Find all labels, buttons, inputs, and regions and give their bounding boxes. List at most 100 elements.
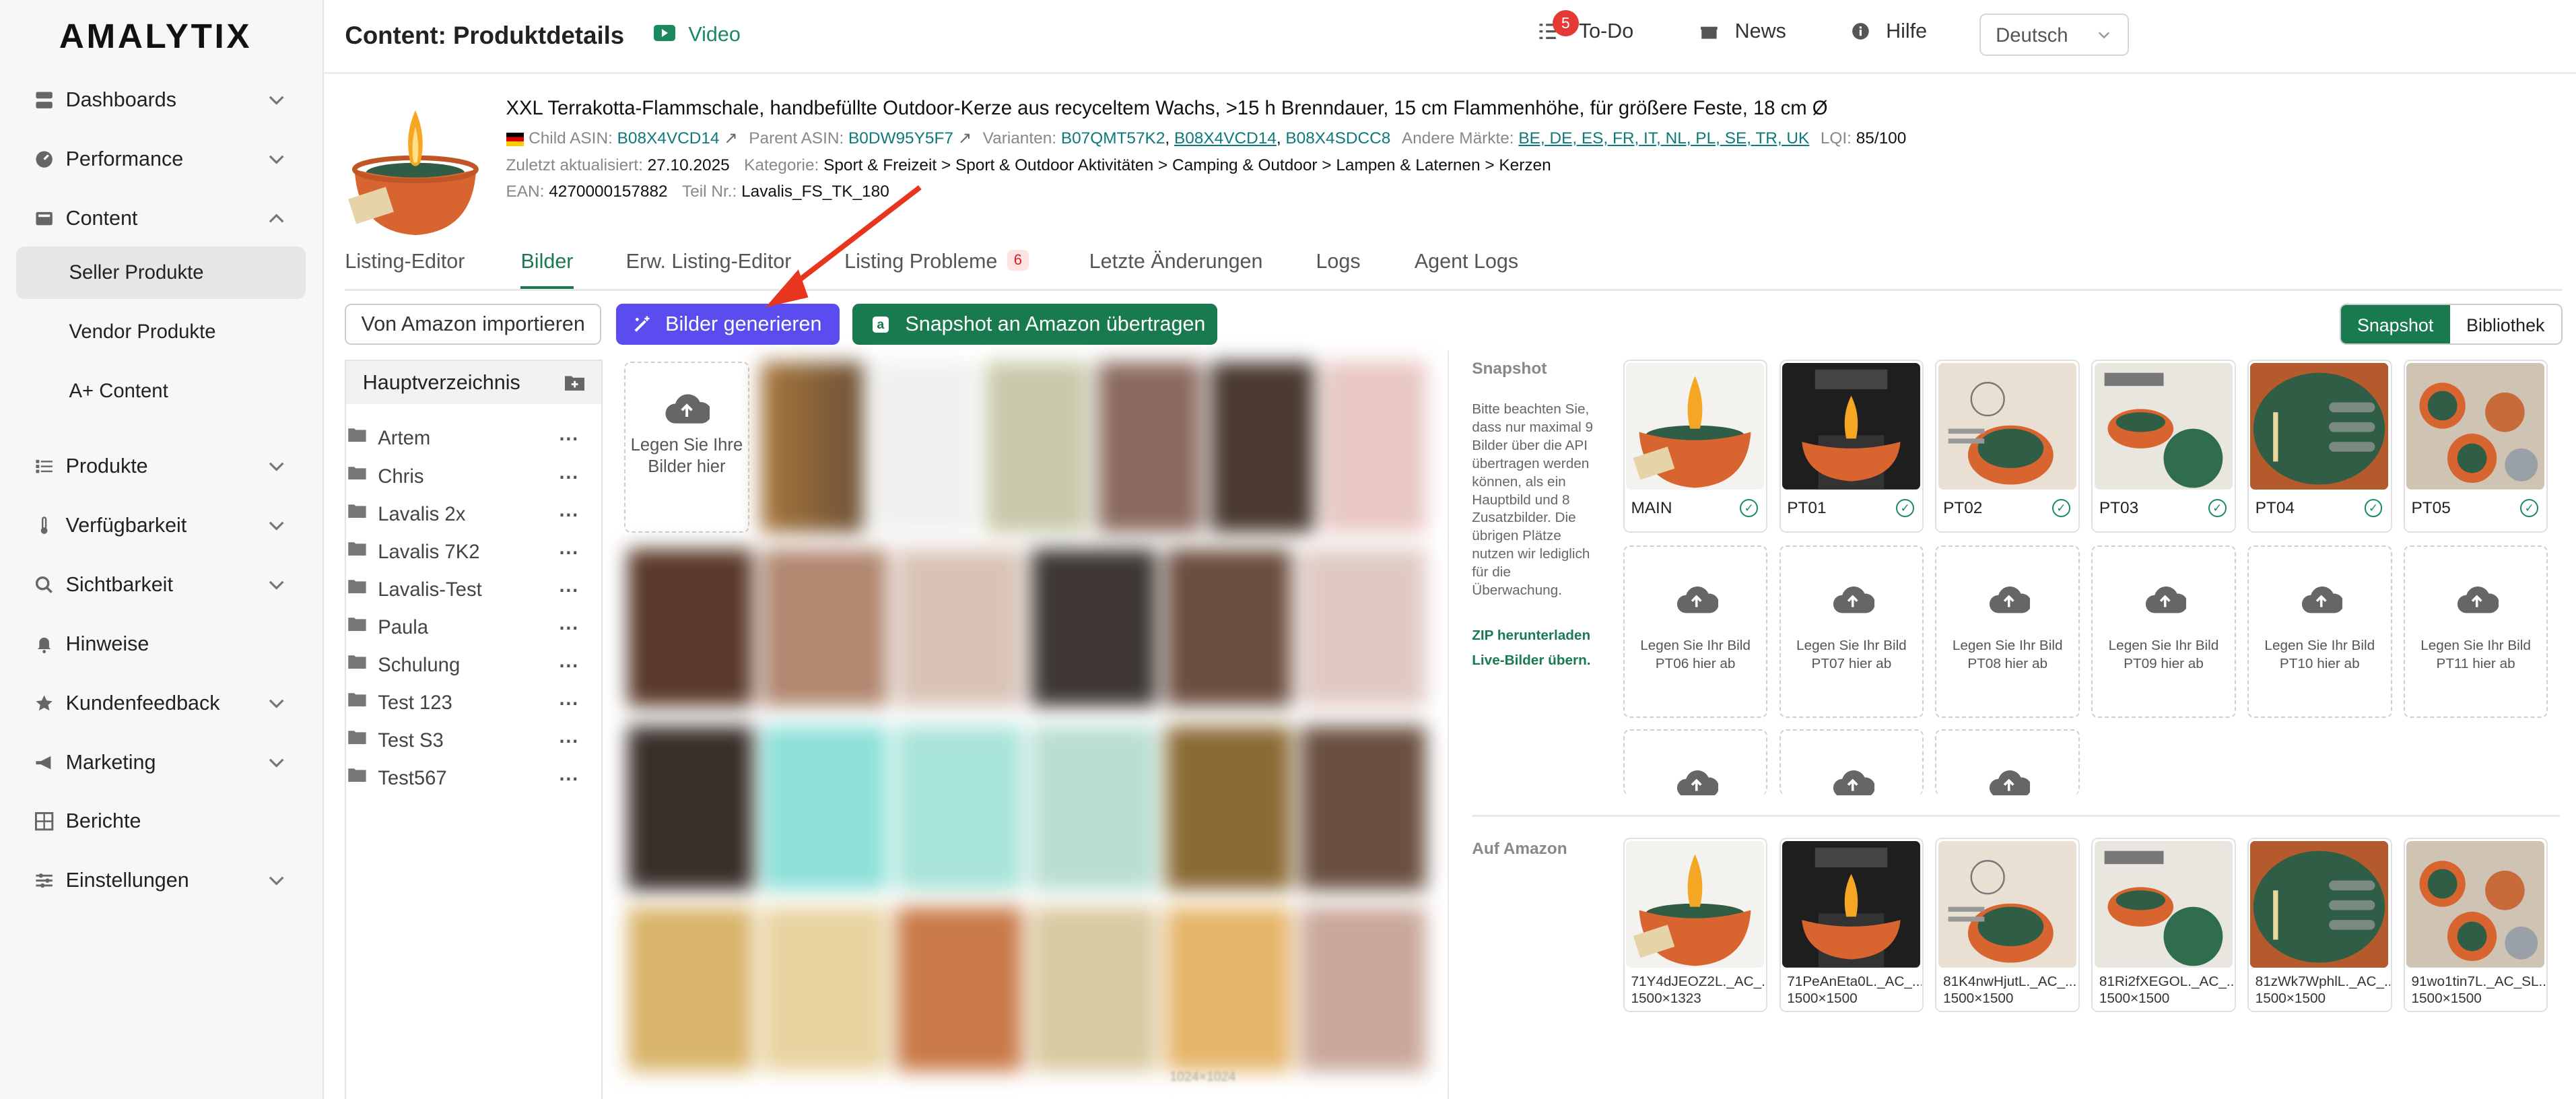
- more-options-icon[interactable]: ⋯: [559, 465, 580, 489]
- image-drop-slot[interactable]: [1779, 729, 1924, 795]
- more-options-icon[interactable]: ⋯: [559, 541, 580, 564]
- new-folder-icon[interactable]: [564, 374, 585, 391]
- snapshot-slot-pt01[interactable]: PT01 ✓: [1779, 360, 1924, 533]
- tab-bilder[interactable]: Bilder: [520, 250, 573, 273]
- folder-item[interactable]: Lavalis 7K2 ⋯: [345, 535, 599, 568]
- image-drop-slot[interactable]: [1935, 729, 2080, 795]
- tab-listing-probleme[interactable]: Listing Probleme 6: [844, 249, 1029, 273]
- folder-item[interactable]: Test S3 ⋯: [345, 725, 599, 758]
- image-drop-slot[interactable]: [1623, 729, 1768, 795]
- external-link-icon[interactable]: ↗: [724, 129, 737, 147]
- slot-label: PT03: [2099, 499, 2139, 518]
- tab-agent-logs[interactable]: Agent Logs: [1415, 250, 1518, 273]
- folder-item[interactable]: Test 123 ⋯: [345, 687, 599, 720]
- drop-text: Legen Sie Ihre Bilder hier: [630, 435, 743, 476]
- live-images-link[interactable]: Live-Bilder übern.: [1472, 653, 1590, 669]
- folder-item[interactable]: Lavalis-Test ⋯: [345, 574, 599, 607]
- sidebar-item-verfuegbarkeit[interactable]: Verfügbarkeit: [16, 500, 306, 552]
- view-toggle[interactable]: Snapshot Bibliothek: [2339, 304, 2563, 345]
- more-options-icon[interactable]: ⋯: [559, 616, 580, 640]
- amazon-image-card[interactable]: 71PeAnEta0L._AC_... 1500×1500: [1779, 838, 1924, 1013]
- folder-name: Lavalis 2x: [378, 502, 466, 525]
- more-options-icon[interactable]: ⋯: [559, 729, 580, 753]
- folder-item[interactable]: Lavalis 2x ⋯: [345, 498, 599, 531]
- sidebar-item-content[interactable]: Content: [16, 192, 306, 244]
- tab-logs[interactable]: Logs: [1316, 250, 1360, 273]
- markets-links[interactable]: BE, DE, ES, FR, IT, NL, PL, SE, TR, UK: [1518, 129, 1809, 147]
- variant-link[interactable]: B07QMT57K2: [1061, 129, 1165, 147]
- sidebar-item-seller-produkte[interactable]: Seller Produkte: [16, 246, 306, 300]
- sidebar-item-vendor-produkte[interactable]: Vendor Produkte: [16, 306, 306, 358]
- sidebar-item-marketing[interactable]: Marketing: [16, 736, 306, 789]
- folder-root[interactable]: Hauptverzeichnis: [346, 361, 601, 404]
- more-options-icon[interactable]: ⋯: [559, 427, 580, 451]
- image-drop-slot[interactable]: Legen Sie Ihr Bild PT06 hier ab: [1623, 545, 1768, 719]
- more-options-icon[interactable]: ⋯: [559, 654, 580, 677]
- snapshot-button-label: Snapshot an Amazon übertragen: [905, 312, 1206, 336]
- product-image: [2094, 362, 2233, 490]
- more-options-icon[interactable]: ⋯: [559, 692, 580, 715]
- amazon-image-card[interactable]: 81K4nwHjutL._AC_... 1500×1500: [1935, 838, 2080, 1013]
- folder-icon: [348, 768, 366, 782]
- child-asin-link[interactable]: B08X4VCD14: [617, 129, 720, 147]
- tab-listing-editor[interactable]: Listing-Editor: [345, 250, 465, 273]
- news-button[interactable]: News: [1700, 20, 1786, 43]
- more-options-icon[interactable]: ⋯: [559, 578, 580, 602]
- lqi-label: LQI:: [1820, 129, 1852, 148]
- sidebar-item-dashboards[interactable]: Dashboards: [16, 74, 306, 127]
- zip-download-link[interactable]: ZIP herunterladen: [1472, 628, 1590, 644]
- folder-item[interactable]: Schulung ⋯: [345, 649, 599, 682]
- folder-item[interactable]: Test567 ⋯: [345, 762, 599, 795]
- sidebar-item-hinweise[interactable]: Hinweise: [16, 618, 306, 670]
- amazon-image-card[interactable]: 71Y4dJEOZ2L._AC_... 1500×1323: [1623, 838, 1768, 1013]
- generate-images-button[interactable]: Bilder generieren: [616, 304, 840, 345]
- folder-item[interactable]: Chris ⋯: [345, 460, 599, 493]
- snapshot-slot-main[interactable]: MAIN ✓: [1623, 360, 1768, 533]
- folder-item[interactable]: Paula ⋯: [345, 611, 599, 644]
- sidebar-item-kundenfeedback[interactable]: Kundenfeedback: [16, 677, 306, 729]
- video-link[interactable]: Video: [688, 23, 740, 46]
- external-link-icon[interactable]: ↗: [958, 129, 972, 147]
- snapshot-slot-pt04[interactable]: PT04 ✓: [2247, 360, 2392, 533]
- amazon-image-card[interactable]: 91wo1tin7L._AC_SL... 1500×1500: [2403, 838, 2548, 1013]
- variant-link-current[interactable]: B08X4VCD14: [1174, 129, 1277, 147]
- image-drop-slot[interactable]: Legen Sie Ihr Bild PT09 hier ab: [2091, 545, 2236, 719]
- tab-erw-listing-editor[interactable]: Erw. Listing-Editor: [626, 250, 792, 273]
- cloud-upload-icon: [2301, 586, 2342, 613]
- image-drop-slot[interactable]: Legen Sie Ihr Bild PT07 hier ab: [1779, 545, 1924, 719]
- sidebar-item-einstellungen[interactable]: Einstellungen: [16, 855, 306, 907]
- language-select[interactable]: Deutsch: [1979, 13, 2130, 56]
- help-button[interactable]: Hilfe: [1852, 20, 1927, 43]
- library-drop-zone[interactable]: Legen Sie Ihre Bilder hier: [624, 361, 749, 533]
- more-options-icon[interactable]: ⋯: [559, 767, 580, 791]
- app-logo[interactable]: AMALYTIX: [59, 16, 252, 56]
- image-drop-slot[interactable]: Legen Sie Ihr Bild PT11 hier ab: [2403, 545, 2548, 719]
- snapshot-slot-pt03[interactable]: PT03 ✓: [2091, 360, 2236, 533]
- section-divider: [1472, 815, 2560, 817]
- drop-slot-text: Legen Sie Ihr Bild PT07 hier ab: [1796, 638, 1907, 672]
- sidebar-item-berichte[interactable]: Berichte: [16, 795, 306, 848]
- image-drop-slot[interactable]: Legen Sie Ihr Bild PT10 hier ab: [2247, 545, 2392, 719]
- toggle-library[interactable]: Bibliothek: [2450, 305, 2561, 343]
- sidebar-item-aplus-content[interactable]: A+ Content: [16, 365, 306, 418]
- sidebar-item-performance[interactable]: Performance: [16, 133, 306, 186]
- snapshot-to-amazon-button[interactable]: a Snapshot an Amazon übertragen: [852, 304, 1218, 345]
- folder-item[interactable]: Artem ⋯: [345, 422, 599, 455]
- library-image-row: [628, 726, 1426, 891]
- image-drop-slot[interactable]: Legen Sie Ihr Bild PT08 hier ab: [1935, 545, 2080, 719]
- product-image: [2250, 840, 2389, 968]
- more-options-icon[interactable]: ⋯: [559, 503, 580, 527]
- snapshot-slot-pt05[interactable]: PT05 ✓: [2403, 360, 2548, 533]
- snapshot-slot-pt02[interactable]: PT02 ✓: [1935, 360, 2080, 533]
- tab-letzte-aenderungen[interactable]: Letzte Änderungen: [1089, 250, 1263, 273]
- product-image: [2094, 840, 2233, 968]
- amazon-image-card[interactable]: 81Ri2fXEGOL._AC_... 1500×1500: [2091, 838, 2236, 1013]
- import-from-amazon-button[interactable]: Von Amazon importieren: [345, 304, 602, 345]
- variant-link[interactable]: B08X4SDCC8: [1285, 129, 1390, 147]
- sidebar-item-sichtbarkeit[interactable]: Sichtbarkeit: [16, 559, 306, 611]
- parent-asin-link[interactable]: B0DW95Y5F7: [848, 129, 953, 147]
- toggle-snapshot[interactable]: Snapshot: [2340, 305, 2450, 344]
- product-meta-row-3: EAN: 4270000157882 Teil Nr.: Lavalis_FS_…: [506, 182, 889, 201]
- sidebar-item-produkte[interactable]: Produkte: [16, 440, 306, 493]
- amazon-image-card[interactable]: 81zWk7WphlL._AC_... 1500×1500: [2247, 838, 2392, 1013]
